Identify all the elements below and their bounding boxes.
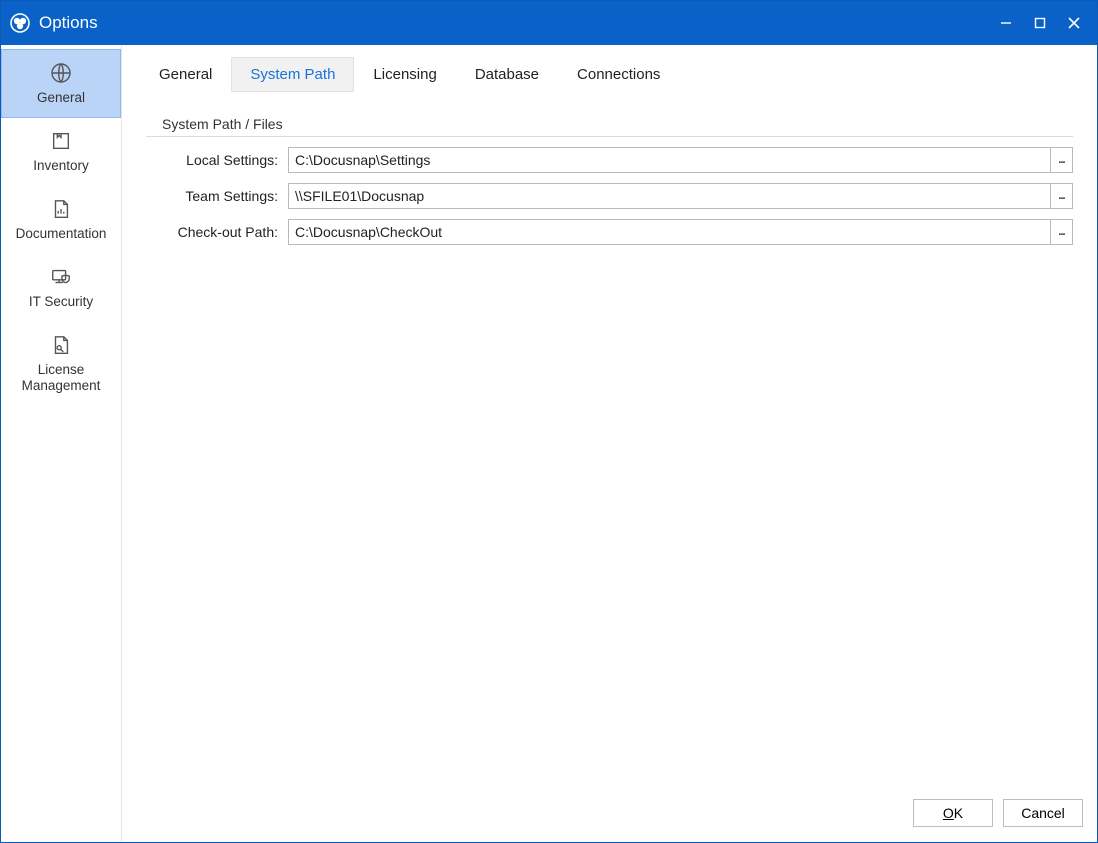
sidebar-item-label: Inventory (33, 158, 89, 175)
inventory-icon (48, 128, 74, 154)
browse-checkout-path[interactable]: ... (1051, 219, 1073, 245)
options-window: Options General (0, 0, 1098, 843)
label-team-settings: Team Settings: (158, 188, 288, 204)
sidebar-item-label: IT Security (29, 294, 93, 311)
input-team-settings[interactable] (288, 183, 1051, 209)
tab-system-path[interactable]: System Path (231, 57, 354, 92)
sidebar-item-label: Documentation (16, 226, 107, 243)
label-local-settings: Local Settings: (158, 152, 288, 168)
tab-connections[interactable]: Connections (558, 57, 679, 92)
sidebar-item-license-management[interactable]: License Management (1, 322, 121, 407)
tab-licensing[interactable]: Licensing (354, 57, 455, 92)
sidebar-item-it-security[interactable]: IT Security (1, 254, 121, 322)
sidebar-item-label: License Management (22, 362, 101, 396)
sidebar-item-documentation[interactable]: Documentation (1, 186, 121, 254)
body: General Inventory Documentation IT Secur… (1, 45, 1097, 842)
browse-team-settings[interactable]: ... (1051, 183, 1073, 209)
titlebar: Options (1, 1, 1097, 45)
globe-icon (48, 60, 74, 86)
row-team-settings: Team Settings: ... (146, 183, 1073, 209)
window-controls (989, 8, 1091, 38)
tab-database[interactable]: Database (456, 57, 558, 92)
browse-local-settings[interactable]: ... (1051, 147, 1073, 173)
shield-icon (48, 264, 74, 290)
cancel-button[interactable]: Cancel (1003, 799, 1083, 827)
tabs: General System Path Licensing Database C… (122, 45, 1097, 92)
input-local-settings[interactable] (288, 147, 1051, 173)
document-chart-icon (48, 196, 74, 222)
minimize-button[interactable] (989, 8, 1023, 38)
label-checkout-path: Check-out Path: (158, 224, 288, 240)
row-local-settings: Local Settings: ... (146, 147, 1073, 173)
sidebar-item-inventory[interactable]: Inventory (1, 118, 121, 186)
license-icon (48, 332, 74, 358)
window-title: Options (39, 13, 989, 33)
row-checkout-path: Check-out Path: ... (146, 219, 1073, 245)
app-icon (9, 12, 31, 34)
sidebar: General Inventory Documentation IT Secur… (1, 45, 122, 842)
sidebar-item-general[interactable]: General (1, 49, 121, 118)
sidebar-item-label: General (37, 90, 85, 107)
content: General System Path Licensing Database C… (122, 45, 1097, 842)
ok-button[interactable]: OK (913, 799, 993, 827)
input-checkout-path[interactable] (288, 219, 1051, 245)
close-button[interactable] (1057, 8, 1091, 38)
footer: OK Cancel (122, 784, 1097, 842)
group-title: System Path / Files (146, 110, 1073, 137)
maximize-button[interactable] (1023, 8, 1057, 38)
tab-general[interactable]: General (140, 57, 231, 92)
panel-system-path: System Path / Files Local Settings: ... … (122, 92, 1097, 784)
